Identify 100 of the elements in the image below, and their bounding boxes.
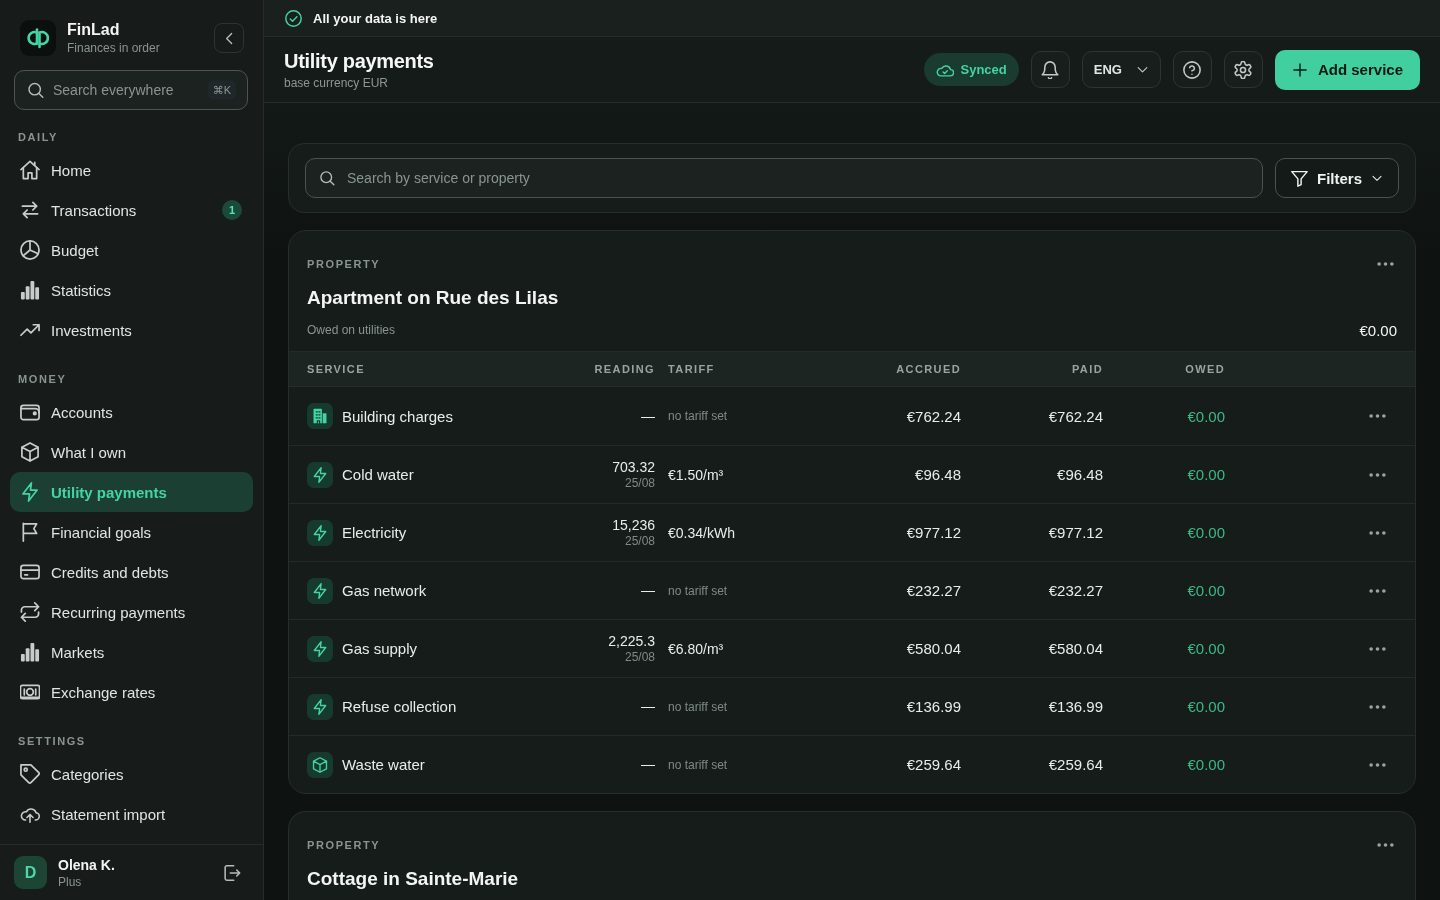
brand-name: FinLad	[67, 20, 121, 39]
language-select[interactable]: ENG	[1081, 51, 1161, 88]
repeat-icon	[20, 602, 40, 622]
reading-value: —	[641, 756, 655, 773]
nav-item[interactable]: Exchange rates	[10, 672, 253, 712]
more-icon	[1368, 646, 1386, 651]
nav-item[interactable]: Statistics	[10, 270, 253, 310]
accrued-amount: €762.24	[906, 407, 961, 425]
nav-item[interactable]: Utility payments	[10, 472, 253, 512]
count-badge: 1	[222, 200, 242, 220]
accrued-amount: €136.99	[906, 698, 961, 715]
paid-amount: €259.64	[1048, 756, 1103, 773]
nav-item[interactable]: What I own	[10, 432, 253, 472]
owed-total: €0.00	[1359, 321, 1397, 339]
paid-amount: €977.12	[1048, 524, 1103, 541]
cube-icon	[20, 442, 40, 462]
property-label: PROPERTY	[307, 257, 381, 271]
service-name: Gas network	[342, 582, 427, 599]
reading-date: 25/08	[624, 649, 655, 665]
more-icon	[1368, 414, 1386, 418]
reading-value: 2,225.3	[608, 632, 655, 650]
property-name: Apartment on Rue des Lilas	[307, 286, 559, 310]
reading-date: 25/08	[624, 475, 655, 491]
logout-icon	[223, 863, 241, 882]
nav-item[interactable]: Categories	[10, 754, 253, 794]
user-plan: Plus	[58, 874, 83, 889]
logout-button[interactable]	[223, 863, 241, 882]
accrued-amount: €259.64	[906, 756, 961, 773]
search-icon	[319, 170, 335, 186]
accrued-amount: €96.48	[915, 466, 961, 483]
owed-label: Owed on utilities	[307, 323, 396, 337]
nav-item[interactable]: Markets	[10, 632, 253, 672]
lightning-icon	[307, 519, 333, 546]
more-icon	[1376, 262, 1394, 266]
nav-item[interactable]: Budget	[10, 230, 253, 270]
tariff: no tariff set	[668, 409, 728, 423]
shortcut-key: ⌘K	[207, 80, 236, 100]
brand-tagline: Finances in order	[67, 41, 160, 56]
owed-amount: €0.00	[1187, 698, 1225, 715]
property-label: PROPERTY	[307, 838, 381, 852]
reading-value: 15,236	[612, 516, 655, 534]
service-name: Refuse collection	[342, 698, 457, 715]
search-field[interactable]: Search by service or property	[305, 158, 1263, 198]
nav-item[interactable]: Credits and debts	[10, 552, 253, 592]
nav-item[interactable]: Recurring payments	[10, 592, 253, 632]
tariff: no tariff set	[668, 583, 728, 598]
lightning-icon	[307, 461, 333, 488]
reading-value: —	[641, 582, 655, 599]
page-subtitle: base currency EUR	[284, 75, 390, 91]
section-label: MONEY	[17, 372, 68, 386]
owed-amount: €0.00	[1187, 640, 1225, 657]
lightning-icon	[20, 482, 40, 502]
paid-amount: €762.24	[1048, 407, 1103, 425]
owed-amount: €0.00	[1187, 466, 1225, 483]
paid-amount: €136.99	[1048, 698, 1103, 715]
notifications-button[interactable]	[1030, 51, 1070, 88]
accrued-amount: €232.27	[906, 582, 961, 599]
owed-amount: €0.00	[1187, 582, 1225, 599]
paid-amount: €580.04	[1048, 640, 1103, 657]
help-button[interactable]	[1172, 51, 1212, 88]
column-header: PAID	[1071, 363, 1103, 375]
sync-label: Synced	[960, 62, 1007, 77]
column-header: OWED	[1185, 363, 1225, 375]
building-icon	[307, 403, 333, 429]
section-label: SETTINGS	[17, 734, 87, 748]
service-name: Building charges	[342, 407, 453, 425]
user-name: Olena K.	[58, 856, 115, 873]
paid-amount: €96.48	[1057, 466, 1103, 483]
nav-item[interactable]: Investments	[10, 310, 253, 350]
nav-item[interactable]: Transactions 1	[10, 190, 253, 230]
collapse-button[interactable]	[214, 23, 244, 53]
add-service-button[interactable]: Add service	[1274, 49, 1420, 90]
reading-date: 25/08	[624, 533, 655, 549]
service-name: Waste water	[342, 756, 425, 773]
lightning-icon	[307, 693, 333, 720]
nav-item[interactable]: Statement import	[10, 794, 253, 834]
settings-icon	[1234, 60, 1253, 79]
accrued-amount: €580.04	[906, 640, 961, 657]
tariff: no tariff set	[668, 757, 728, 772]
service-name: Cold water	[342, 466, 414, 483]
property-name: Cottage in Sainte-Marie	[307, 867, 519, 891]
page-title: Utility payments	[284, 48, 434, 73]
search-icon	[27, 81, 44, 99]
filters-button[interactable]: Filters	[1275, 158, 1399, 198]
banknote-icon	[20, 682, 40, 702]
more-icon	[1368, 530, 1386, 535]
cube-icon	[307, 751, 333, 778]
reading-value: 703.32	[612, 458, 655, 476]
nav-item[interactable]: Accounts	[10, 392, 253, 432]
nav-item[interactable]: Home	[10, 150, 253, 190]
reading-value: —	[641, 407, 655, 425]
more-icon	[1368, 762, 1386, 767]
home-icon	[20, 160, 40, 180]
settings-button[interactable]	[1223, 51, 1263, 88]
more-icon	[1368, 588, 1386, 593]
more-icon	[1368, 472, 1386, 477]
nav-item[interactable]: Financial goals	[10, 512, 253, 552]
bar-chart-icon	[20, 642, 40, 662]
filter-icon	[1291, 169, 1308, 187]
logo-icon	[20, 20, 56, 56]
